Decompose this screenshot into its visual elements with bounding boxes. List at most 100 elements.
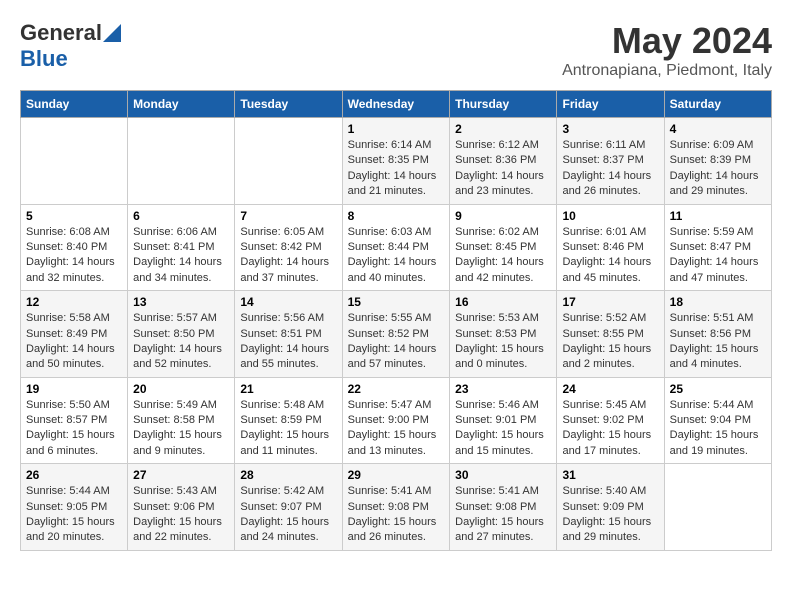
weekday-header-friday: Friday — [557, 91, 664, 118]
calendar-cell: 21 Sunrise: 5:48 AM Sunset: 8:59 PM Dayli… — [235, 377, 342, 464]
calendar-cell: 23Sunrise: 5:46 AM Sunset: 9:01 PM Dayli… — [450, 377, 557, 464]
week-row-4: 19 Sunrise: 5:50 AM Sunset: 8:57 PM Dayli… — [21, 377, 772, 464]
day-number: 1 — [348, 122, 445, 136]
day-number: 11 — [670, 209, 766, 223]
day-info: Sunrise: 6:08 AM Sunset: 8:40 PM Dayligh… — [26, 225, 122, 287]
day-number: 10 — [562, 209, 658, 223]
logo-general-text: General — [20, 20, 102, 46]
weekday-header-tuesday: Tuesday — [235, 91, 342, 118]
day-number: 22 — [348, 382, 445, 396]
header: General Blue May 2024 Antronapiana, Pied… — [20, 20, 772, 80]
weekday-header-wednesday: Wednesday — [342, 91, 450, 118]
day-number: 7 — [240, 209, 336, 223]
week-row-3: 12 Sunrise: 5:58 AM Sunset: 8:49 PM Dayli… — [21, 291, 772, 378]
calendar-cell — [235, 118, 342, 205]
day-info: Sunrise: 5:42 AM Sunset: 9:07 PM Dayligh… — [240, 484, 336, 546]
day-info: Sunrise: 6:12 AM Sunset: 8:36 PM Dayligh… — [455, 138, 551, 200]
day-info: Sunrise: 5:51 AM Sunset: 8:56 PM Dayligh… — [670, 311, 766, 373]
day-info: Sunrise: 6:02 AM Sunset: 8:45 PM Dayligh… — [455, 225, 551, 287]
day-number: 2 — [455, 122, 551, 136]
day-info: Sunrise: 6:06 AM Sunset: 8:41 PM Dayligh… — [133, 225, 229, 287]
day-number: 12 — [26, 295, 122, 309]
day-number: 21 — [240, 382, 336, 396]
day-info: Sunrise: 5:48 AM Sunset: 8:59 PM Dayligh… — [240, 398, 336, 460]
calendar-cell: 26 Sunrise: 5:44 AM Sunset: 9:05 PM Dayli… — [21, 464, 128, 551]
calendar-cell: 24 Sunrise: 5:45 AM Sunset: 9:02 PM Dayli… — [557, 377, 664, 464]
day-number: 4 — [670, 122, 766, 136]
calendar-table: SundayMondayTuesdayWednesdayThursdayFrid… — [20, 90, 772, 551]
calendar-cell: 3 Sunrise: 6:11 AM Sunset: 8:37 PM Daylig… — [557, 118, 664, 205]
calendar-cell: 15 Sunrise: 5:55 AM Sunset: 8:52 PM Dayli… — [342, 291, 450, 378]
day-number: 9 — [455, 209, 551, 223]
day-info: Sunrise: 5:52 AM Sunset: 8:55 PM Dayligh… — [562, 311, 658, 373]
day-info: Sunrise: 5:59 AM Sunset: 8:47 PM Dayligh… — [670, 225, 766, 287]
calendar-cell — [128, 118, 235, 205]
day-info: Sunrise: 5:55 AM Sunset: 8:52 PM Dayligh… — [348, 311, 445, 373]
day-number: 5 — [26, 209, 122, 223]
weekday-header-monday: Monday — [128, 91, 235, 118]
weekday-header-row: SundayMondayTuesdayWednesdayThursdayFrid… — [21, 91, 772, 118]
calendar-cell: 31 Sunrise: 5:40 AM Sunset: 9:09 PM Dayli… — [557, 464, 664, 551]
calendar-cell: 9 Sunrise: 6:02 AM Sunset: 8:45 PM Daylig… — [450, 204, 557, 291]
calendar-cell: 27 Sunrise: 5:43 AM Sunset: 9:06 PM Dayli… — [128, 464, 235, 551]
day-info: Sunrise: 5:40 AM Sunset: 9:09 PM Dayligh… — [562, 484, 658, 546]
day-number: 20 — [133, 382, 229, 396]
day-info: Sunrise: 6:14 AM Sunset: 8:35 PM Dayligh… — [348, 138, 445, 200]
calendar-cell: 17 Sunrise: 5:52 AM Sunset: 8:55 PM Dayli… — [557, 291, 664, 378]
calendar-cell: 7 Sunrise: 6:05 AM Sunset: 8:42 PM Daylig… — [235, 204, 342, 291]
calendar-cell: 11 Sunrise: 5:59 AM Sunset: 8:47 PM Dayli… — [664, 204, 771, 291]
day-number: 29 — [348, 468, 445, 482]
day-info: Sunrise: 5:58 AM Sunset: 8:49 PM Dayligh… — [26, 311, 122, 373]
calendar-cell: 8 Sunrise: 6:03 AM Sunset: 8:44 PM Daylig… — [342, 204, 450, 291]
calendar-cell: 10 Sunrise: 6:01 AM Sunset: 8:46 PM Dayli… — [557, 204, 664, 291]
day-info: Sunrise: 6:03 AM Sunset: 8:44 PM Dayligh… — [348, 225, 445, 287]
logo-blue-text: Blue — [20, 46, 68, 72]
day-number: 26 — [26, 468, 122, 482]
day-info: Sunrise: 5:44 AM Sunset: 9:05 PM Dayligh… — [26, 484, 122, 546]
day-number: 15 — [348, 295, 445, 309]
day-info: Sunrise: 5:57 AM Sunset: 8:50 PM Dayligh… — [133, 311, 229, 373]
calendar-cell: 20 Sunrise: 5:49 AM Sunset: 8:58 PM Dayli… — [128, 377, 235, 464]
day-info: Sunrise: 6:01 AM Sunset: 8:46 PM Dayligh… — [562, 225, 658, 287]
day-number: 13 — [133, 295, 229, 309]
day-info: Sunrise: 6:05 AM Sunset: 8:42 PM Dayligh… — [240, 225, 336, 287]
day-number: 8 — [348, 209, 445, 223]
logo-triangle-icon — [103, 24, 121, 42]
day-number: 28 — [240, 468, 336, 482]
day-number: 3 — [562, 122, 658, 136]
calendar-cell: 18 Sunrise: 5:51 AM Sunset: 8:56 PM Dayli… — [664, 291, 771, 378]
day-number: 19 — [26, 382, 122, 396]
day-info: Sunrise: 5:56 AM Sunset: 8:51 PM Dayligh… — [240, 311, 336, 373]
day-number: 6 — [133, 209, 229, 223]
title-area: May 2024 Antronapiana, Piedmont, Italy — [562, 20, 772, 80]
calendar-subtitle: Antronapiana, Piedmont, Italy — [562, 62, 772, 80]
day-info: Sunrise: 5:49 AM Sunset: 8:58 PM Dayligh… — [133, 398, 229, 460]
week-row-5: 26 Sunrise: 5:44 AM Sunset: 9:05 PM Dayli… — [21, 464, 772, 551]
calendar-cell: 1 Sunrise: 6:14 AM Sunset: 8:35 PM Daylig… — [342, 118, 450, 205]
calendar-cell: 22 Sunrise: 5:47 AM Sunset: 9:00 PM Dayli… — [342, 377, 450, 464]
day-number: 16 — [455, 295, 551, 309]
day-number: 24 — [562, 382, 658, 396]
calendar-cell: 25Sunrise: 5:44 AM Sunset: 9:04 PM Dayli… — [664, 377, 771, 464]
day-number: 30 — [455, 468, 551, 482]
day-number: 18 — [670, 295, 766, 309]
day-info: Sunrise: 5:47 AM Sunset: 9:00 PM Dayligh… — [348, 398, 445, 460]
calendar-cell: 4 Sunrise: 6:09 AM Sunset: 8:39 PM Daylig… — [664, 118, 771, 205]
day-number: 31 — [562, 468, 658, 482]
calendar-cell: 19 Sunrise: 5:50 AM Sunset: 8:57 PM Dayli… — [21, 377, 128, 464]
day-info: Sunrise: 5:50 AM Sunset: 8:57 PM Dayligh… — [26, 398, 122, 460]
day-info: Sunrise: 6:11 AM Sunset: 8:37 PM Dayligh… — [562, 138, 658, 200]
day-info: Sunrise: 6:09 AM Sunset: 8:39 PM Dayligh… — [670, 138, 766, 200]
day-number: 17 — [562, 295, 658, 309]
weekday-header-sunday: Sunday — [21, 91, 128, 118]
day-info: Sunrise: 5:43 AM Sunset: 9:06 PM Dayligh… — [133, 484, 229, 546]
calendar-cell — [664, 464, 771, 551]
calendar-cell: 29Sunrise: 5:41 AM Sunset: 9:08 PM Dayli… — [342, 464, 450, 551]
day-info: Sunrise: 5:44 AM Sunset: 9:04 PM Dayligh… — [670, 398, 766, 460]
calendar-cell: 16Sunrise: 5:53 AM Sunset: 8:53 PM Dayli… — [450, 291, 557, 378]
calendar-cell: 13 Sunrise: 5:57 AM Sunset: 8:50 PM Dayli… — [128, 291, 235, 378]
calendar-cell: 12 Sunrise: 5:58 AM Sunset: 8:49 PM Dayli… — [21, 291, 128, 378]
day-number: 27 — [133, 468, 229, 482]
day-info: Sunrise: 5:45 AM Sunset: 9:02 PM Dayligh… — [562, 398, 658, 460]
calendar-cell: 30Sunrise: 5:41 AM Sunset: 9:08 PM Dayli… — [450, 464, 557, 551]
